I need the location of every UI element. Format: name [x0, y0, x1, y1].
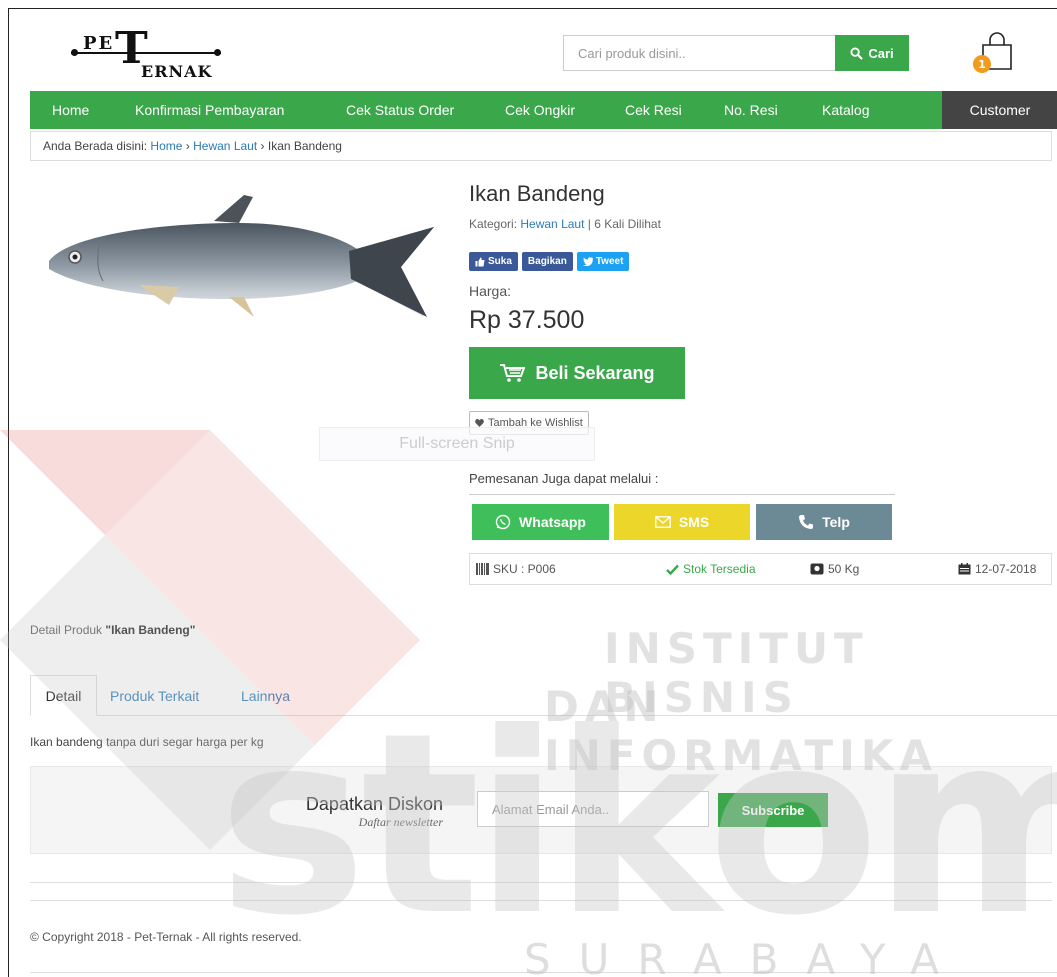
barcode-icon: [476, 563, 489, 575]
cart-button[interactable]: 1: [969, 31, 1017, 77]
detail-heading: Detail Produk "Ikan Bandeng": [30, 623, 195, 637]
whatsapp-label: Whatsapp: [519, 514, 586, 530]
detail-heading-product: "Ikan Bandeng": [105, 623, 196, 637]
share-label: Bagikan: [527, 256, 567, 267]
breadcrumb-separator: ›: [185, 139, 190, 153]
nav-item-cek-status-order[interactable]: Cek Status Order: [346, 91, 454, 129]
newsletter-title: Dapatkan Diskon: [305, 794, 443, 814]
sms-label: SMS: [678, 514, 710, 530]
nav-item-cek-resi[interactable]: Cek Resi: [625, 91, 682, 129]
search-icon: [850, 46, 864, 60]
tweet-button[interactable]: Tweet: [576, 252, 630, 271]
search-button-label: Cari: [868, 45, 894, 61]
footer-divider: [30, 972, 1057, 973]
buy-now-button[interactable]: Beli Sekarang: [469, 347, 685, 399]
breadcrumb: Anda Berada disini: Home › Hewan Laut › …: [30, 131, 1052, 161]
category-label: Kategori:: [469, 217, 518, 231]
breadcrumb-current: Ikan Bandeng: [267, 139, 342, 153]
nav-item-home[interactable]: Home: [52, 91, 89, 129]
newsletter-subtitle: Daftar newsletter: [358, 815, 443, 829]
product-price: Rp 37.500: [469, 306, 585, 334]
footer-divider: [30, 900, 1052, 901]
weight-value: 50 Kg: [828, 562, 860, 576]
page-frame: PE T ERNAK Cari 1 Home Konfirmasi Pembay…: [8, 8, 1057, 977]
check-icon: [666, 564, 679, 575]
facebook-like-button[interactable]: Suka: [469, 252, 518, 271]
divider: [469, 494, 895, 495]
sms-button[interactable]: SMS: [614, 504, 750, 540]
cart-icon: [500, 364, 526, 382]
breadcrumb-category-link[interactable]: Hewan Laut: [193, 139, 257, 153]
calendar-icon: [958, 563, 971, 575]
product-meta: Kategori: Hewan Laut | 6 Kali Dilihat: [469, 217, 661, 231]
order-via-label: Pemesanan Juga dapat melalui :: [469, 471, 659, 486]
like-label: Suka: [488, 256, 512, 267]
cart-count-badge: 1: [973, 55, 991, 73]
search-button[interactable]: Cari: [835, 35, 909, 71]
envelope-icon: [654, 516, 671, 528]
product-info-bar: SKU : P006 Stok Tersedia 50 Kg 12-07-201…: [469, 553, 1052, 585]
nav-item-no-resi[interactable]: No. Resi: [724, 91, 778, 129]
view-count: | 6 Kali Dilihat: [587, 217, 661, 231]
phone-icon: [799, 515, 814, 529]
product-description: Ikan bandeng tanpa duri segar harga per …: [30, 735, 264, 749]
breadcrumb-separator: ›: [260, 139, 265, 153]
stock-status: Stok Tersedia: [683, 562, 756, 576]
breadcrumb-prefix: Anda Berada disini:: [43, 139, 148, 153]
tweet-label: Tweet: [595, 256, 624, 267]
nav-item-konfirmasi-pembayaran[interactable]: Konfirmasi Pembayaran: [135, 91, 284, 129]
social-share-bar: Suka Bagikan Tweet: [469, 252, 630, 271]
buy-now-label: Beli Sekarang: [535, 362, 655, 383]
subscribe-button[interactable]: Subscribe: [718, 793, 828, 827]
search-input[interactable]: [563, 35, 835, 71]
nav-item-katalog[interactable]: Katalog: [822, 91, 869, 129]
logo-dot: [71, 49, 78, 56]
sku-value: SKU : P006: [493, 562, 556, 576]
thumbs-up-icon: [475, 257, 485, 266]
telp-label: Telp: [822, 514, 850, 530]
heart-icon: [475, 419, 484, 427]
logo-text-top: PE: [83, 33, 115, 54]
copyright-text: © Copyright 2018 - Pet-Ternak - All righ…: [30, 930, 302, 944]
weight-cell: 50 Kg: [810, 554, 859, 584]
nav-item-cek-ongkir[interactable]: Cek Ongkir: [505, 91, 575, 129]
sku-cell: SKU : P006: [476, 554, 556, 584]
category-link[interactable]: Hewan Laut: [520, 217, 584, 231]
scale-icon: [810, 563, 824, 575]
date-value: 12-07-2018: [975, 562, 1037, 576]
footer-divider: [30, 882, 1052, 883]
tab-produk-terkait[interactable]: Produk Terkait: [110, 675, 199, 716]
logo-text-bottom: ERNAK: [141, 62, 213, 81]
logo-dot: [214, 49, 221, 56]
snip-overlay: Full-screen Snip: [319, 427, 595, 461]
telp-button[interactable]: Telp: [756, 504, 892, 540]
price-label: Harga:: [469, 283, 512, 299]
breadcrumb-home-link[interactable]: Home: [150, 139, 182, 153]
detail-heading-prefix: Detail Produk: [30, 623, 103, 637]
product-title: Ikan Bandeng: [469, 181, 605, 206]
whatsapp-button[interactable]: Whatsapp: [472, 504, 609, 540]
product-image[interactable]: [39, 189, 439, 329]
newsletter-email-input[interactable]: [477, 791, 709, 827]
tab-lainnya[interactable]: Lainnya: [241, 675, 290, 716]
date-cell: 12-07-2018: [958, 554, 1036, 584]
main-nav: Home Konfirmasi Pembayaran Cek Status Or…: [30, 91, 1057, 129]
site-logo[interactable]: PE T ERNAK: [71, 27, 221, 87]
newsletter-box: Dapatkan Diskon Daftar newsletter Subscr…: [30, 766, 1052, 854]
facebook-share-button[interactable]: Bagikan: [521, 252, 573, 271]
detail-tabs: Detail Produk Terkait Lainnya: [30, 675, 1057, 716]
whatsapp-icon: [495, 514, 511, 530]
tab-detail[interactable]: Detail: [30, 675, 97, 716]
stock-cell: Stok Tersedia: [666, 554, 756, 584]
twitter-bird-icon: [582, 257, 593, 266]
nav-item-customer[interactable]: Customer: [942, 91, 1057, 129]
